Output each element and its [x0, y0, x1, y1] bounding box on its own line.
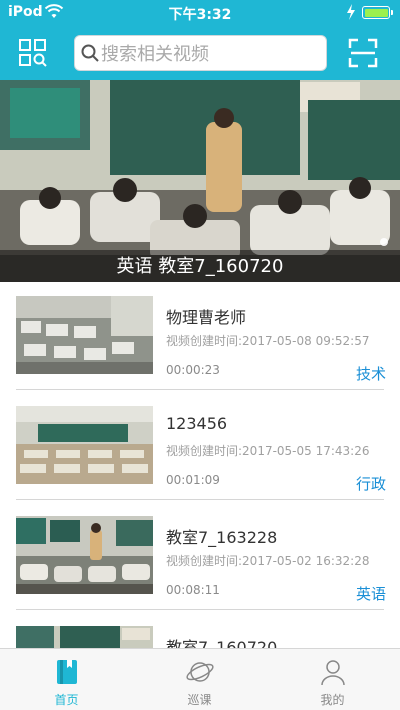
video-category-tag[interactable]: 行政: [356, 473, 386, 494]
video-list-item[interactable]: 123456 视频创建时间:2017-05-05 17:43:26 00:01:…: [0, 392, 400, 502]
book-icon: [56, 660, 77, 684]
tab-label: 巡课: [187, 693, 212, 707]
video-thumbnail: [16, 296, 153, 374]
tab-label: 首页: [54, 693, 79, 707]
video-list-item[interactable]: 教室7_163228 视频创建时间:2017-05-02 16:32:28 00…: [0, 502, 400, 612]
featured-video-banner[interactable]: 英语 教室7_160720: [0, 80, 400, 282]
video-title: 教室7_160720: [166, 638, 278, 648]
planet-icon: [185, 662, 214, 682]
category-grid-icon[interactable]: [18, 38, 48, 68]
video-thumbnail: [16, 626, 153, 648]
divider: [16, 609, 384, 610]
tab-patrol[interactable]: 巡课: [133, 649, 266, 710]
scan-icon[interactable]: [348, 38, 378, 68]
video-duration: 00:01:09: [166, 473, 220, 487]
carousel-indicator-dot: [380, 238, 388, 246]
bottom-tab-bar: 首页 巡课 我的: [0, 648, 400, 710]
video-created-time: 视频创建时间:2017-05-02 16:32:28: [166, 554, 370, 568]
charging-icon: [347, 4, 355, 20]
status-bar: iPod 下午3:32: [0, 0, 400, 26]
video-list-item[interactable]: 教室7_160720: [0, 612, 400, 648]
app-header: iPod 下午3:32: [0, 0, 400, 80]
video-created-time: 视频创建时间:2017-05-05 17:43:26: [166, 444, 370, 458]
divider: [16, 499, 384, 500]
video-category-tag[interactable]: 技术: [356, 363, 386, 384]
video-list: 物理曹老师 视频创建时间:2017-05-08 09:52:57 00:00:2…: [0, 282, 400, 648]
search-icon: [81, 44, 99, 62]
video-created-time: 视频创建时间:2017-05-08 09:52:57: [166, 334, 370, 348]
search-bar[interactable]: [74, 35, 327, 71]
tab-home[interactable]: 首页: [0, 649, 133, 710]
battery-icon: [362, 6, 393, 19]
video-duration: 00:08:11: [166, 583, 220, 597]
tab-label: 我的: [320, 693, 345, 707]
search-input[interactable]: [101, 39, 321, 69]
video-thumbnail: [16, 406, 153, 484]
status-time: 下午3:32: [168, 7, 232, 23]
video-list-item[interactable]: 物理曹老师 视频创建时间:2017-05-08 09:52:57 00:00:2…: [0, 282, 400, 392]
video-thumbnail: [16, 516, 153, 594]
divider: [16, 389, 384, 390]
video-duration: 00:00:23: [166, 363, 220, 377]
video-title: 教室7_163228: [166, 528, 278, 547]
video-category-tag[interactable]: 英语: [356, 583, 386, 604]
person-icon: [320, 660, 345, 686]
video-title: 物理曹老师: [166, 308, 247, 327]
video-title: 123456: [166, 414, 228, 433]
banner-caption: 英语 教室7_160720: [116, 256, 284, 277]
tab-profile[interactable]: 我的: [266, 649, 399, 710]
